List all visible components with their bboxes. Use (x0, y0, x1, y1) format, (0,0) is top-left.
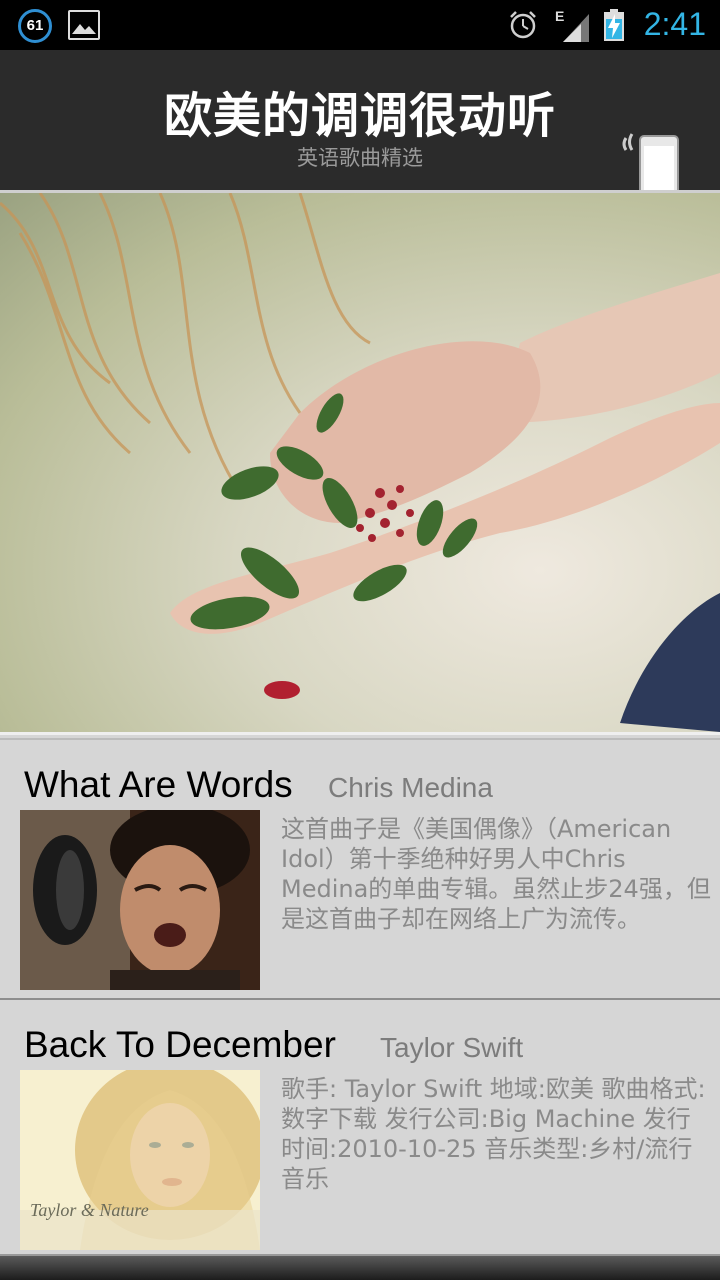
notification-badge-icon: 61 (18, 9, 52, 43)
page-title: 欧美的调调很动听 (163, 88, 556, 144)
bottom-edge (0, 1254, 720, 1280)
signal-edge-icon: E (555, 8, 589, 42)
status-bar: 61 E 2:41 (0, 0, 720, 50)
thumbnail-caption: Taylor & Nature (30, 1200, 149, 1220)
song-description: 歌手: Taylor Swift 地域:欧美 歌曲格式:数字下载 发行公司:Bi… (281, 1075, 706, 1193)
status-clock: 2:41 (643, 6, 706, 42)
song-artist: Taylor Swift (380, 1032, 524, 1063)
song-title: Back To December (24, 1024, 336, 1065)
song-list-item[interactable]: What Are Words Chris Medina 这首曲子是《美国偶像》（… (0, 738, 720, 993)
song-list-item[interactable]: Back To December Taylor Swift Taylor & N… (0, 998, 720, 1253)
page-subtitle: 英语歌曲精选 (297, 146, 423, 170)
song-thumbnail: Taylor & Nature (20, 1070, 260, 1250)
battery-charging-icon (604, 9, 624, 41)
svg-text:E: E (555, 8, 564, 24)
alarm-icon (510, 11, 536, 39)
song-description: 这首曲子是《美国偶像》（American Idol）第十季绝种好男人中Chris… (281, 815, 711, 933)
song-artist: Chris Medina (328, 772, 493, 803)
app-header: 欧美的调调很动听 英语歌曲精选 (0, 50, 720, 211)
song-thumbnail (20, 810, 260, 990)
hero-photo[interactable] (0, 190, 720, 735)
song-title: What Are Words (24, 764, 293, 805)
gallery-icon (68, 10, 100, 40)
